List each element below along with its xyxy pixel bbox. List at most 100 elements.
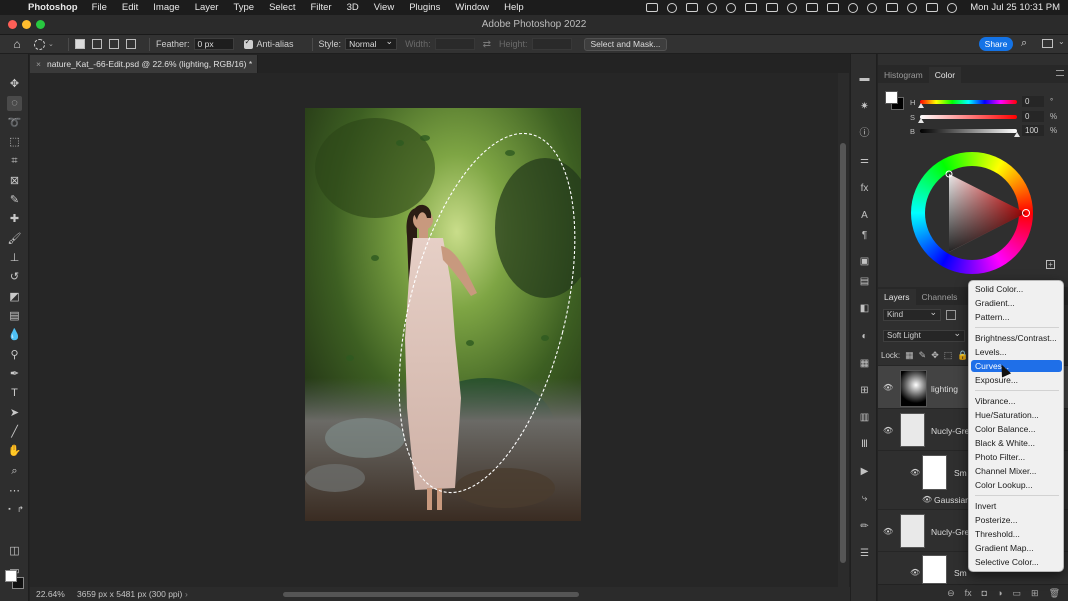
layer-name[interactable]: Sm [954, 568, 967, 578]
menu-edit[interactable]: Edit [122, 2, 138, 13]
healing-brush-tool-icon[interactable]: ✚ [7, 212, 22, 227]
menu-item-color-lookup[interactable]: Color Lookup... [971, 479, 1062, 491]
menu-item-brightness-contrast[interactable]: Brightness/Contrast... [971, 332, 1062, 344]
menu-item-invert[interactable]: Invert [971, 500, 1062, 512]
time-machine-icon[interactable] [867, 2, 878, 13]
tab-histogram[interactable]: Histogram [878, 67, 929, 83]
menu-file[interactable]: File [92, 2, 107, 13]
image-filter-icon[interactable] [946, 310, 956, 320]
navigator-icon[interactable]: ✷ [858, 100, 871, 113]
gradients-icon[interactable]: ▥ [858, 411, 871, 424]
saturation-slider[interactable]: S 0 % [910, 111, 1060, 123]
menu-type[interactable]: Type [233, 2, 254, 13]
saturation-knob[interactable] [918, 118, 924, 123]
actions-icon[interactable]: ▶ [858, 465, 871, 478]
layer-kind-filter[interactable]: Kind [883, 307, 941, 321]
select-and-mask-button[interactable]: Select and Mask... [583, 37, 668, 51]
color-wheel[interactable] [911, 152, 1033, 274]
hue-value[interactable]: 0 [1022, 96, 1044, 107]
menu-item-threshold[interactable]: Threshold... [971, 528, 1062, 540]
fx-icon[interactable]: fx [965, 588, 972, 598]
menu-item-vibrance[interactable]: Vibrance... [971, 395, 1062, 407]
menu-item-pattern[interactable]: Pattern... [971, 311, 1062, 323]
menu-item-selective-color[interactable]: Selective Color... [971, 556, 1062, 568]
notes-icon[interactable]: ▤ [858, 275, 871, 288]
lock-transparency-icon[interactable]: ▦ [905, 350, 914, 361]
history-brush-tool-icon[interactable]: ↺ [7, 270, 22, 285]
menu-item-levels[interactable]: Levels... [971, 346, 1062, 358]
menu-select[interactable]: Select [269, 2, 295, 13]
airplay-icon[interactable] [745, 3, 758, 12]
brightness-track[interactable] [920, 129, 1017, 133]
scrollbar-thumb[interactable] [840, 143, 846, 563]
swap-dimensions-icon[interactable]: ⇄ [483, 39, 491, 50]
screen-record-icon[interactable] [646, 3, 659, 12]
brushes-icon[interactable]: ✏ [858, 520, 871, 533]
comments-icon[interactable]: ▬ [858, 72, 871, 85]
brush-tool-icon[interactable]: 🖌 [7, 232, 22, 247]
visibility-eye-icon[interactable]: 👁 [922, 495, 932, 504]
swap-colors-icon[interactable]: ↱ [13, 502, 28, 517]
layer-name[interactable]: Nucly-Gre [931, 426, 969, 436]
lock-position-icon[interactable]: ✥ [931, 350, 939, 361]
add-to-selection-icon[interactable] [92, 39, 102, 49]
share-button[interactable]: Share [979, 37, 1013, 51]
chevron-down-icon[interactable]: ⌄ [1058, 37, 1065, 46]
brightness-knob[interactable] [1014, 132, 1020, 137]
menu-item-photo-filter[interactable]: Photo Filter... [971, 451, 1062, 463]
eraser-tool-icon[interactable]: ◩ [7, 290, 22, 305]
visibility-eye-icon[interactable]: 👁 [883, 527, 893, 536]
saturation-track[interactable] [920, 115, 1017, 119]
brightness-slider[interactable]: B 100 % [910, 125, 1060, 137]
wifi-icon[interactable] [848, 2, 859, 13]
menu-item-gradient-map[interactable]: Gradient Map... [971, 542, 1062, 554]
menu-image[interactable]: Image [153, 2, 179, 13]
feather-input[interactable]: 0 px [193, 38, 234, 50]
zoom-level[interactable]: 22.64% [36, 587, 65, 601]
visibility-eye-icon[interactable]: 👁 [910, 468, 920, 477]
home-icon[interactable]: ⌂ [0, 37, 34, 51]
panel-menu-icon[interactable] [1056, 70, 1064, 76]
app-menu[interactable]: Photoshop [28, 2, 78, 13]
paragraph-icon[interactable]: ¶ [858, 229, 871, 242]
hue-track[interactable] [920, 100, 1017, 104]
add-mask-icon[interactable]: ◘ [982, 588, 987, 598]
swatches-icon[interactable]: ▦ [858, 357, 871, 370]
bookmark-icon[interactable] [766, 3, 779, 12]
workspace-icon[interactable] [1042, 39, 1053, 48]
vertical-scrollbar[interactable] [838, 73, 849, 587]
layer-name[interactable]: Sm [954, 468, 967, 478]
menu-item-curves[interactable]: Curves... [971, 360, 1062, 372]
styles-icon[interactable]: fx [858, 182, 871, 195]
libraries-icon[interactable]: ◧ [858, 302, 871, 315]
lock-artboard-icon[interactable]: ⬚ [944, 350, 953, 361]
menu-item-black-white[interactable]: Black & White... [971, 437, 1062, 449]
blur-tool-icon[interactable]: 💧 [7, 328, 22, 343]
properties-icon[interactable]: ☰ [858, 547, 871, 560]
paths-icon[interactable]: ⤷ [858, 492, 871, 505]
creative-cloud-icon[interactable] [667, 2, 678, 13]
sync-icon[interactable] [726, 2, 737, 13]
add-swatch-icon[interactable]: + [1046, 260, 1055, 269]
hue-slider[interactable]: H 0 ° [910, 96, 1060, 108]
new-group-icon[interactable]: ▭ [1013, 588, 1022, 599]
dodge-tool-icon[interactable]: ⚲ [7, 348, 22, 363]
zoom-tool-icon[interactable]: ⌕ [7, 464, 22, 479]
menu-3d[interactable]: 3D [347, 2, 359, 13]
color-panel-swatches[interactable] [885, 91, 905, 111]
intersect-selection-icon[interactable] [126, 39, 136, 49]
eyedropper-tool-icon[interactable]: ✎ [7, 193, 22, 208]
menu-item-solid-color[interactable]: Solid Color... [971, 283, 1062, 295]
globe-icon[interactable] [707, 2, 718, 13]
pen-tool-icon[interactable]: ✒ [7, 367, 22, 382]
tab-channels[interactable]: Channels [916, 289, 964, 305]
subtract-selection-icon[interactable] [109, 39, 119, 49]
document-image[interactable] [305, 108, 581, 521]
height-input[interactable] [531, 38, 572, 50]
menu-item-channel-mixer[interactable]: Channel Mixer... [971, 465, 1062, 477]
lasso-tool-icon[interactable]: ➰ [7, 116, 22, 131]
menu-help[interactable]: Help [504, 2, 524, 13]
type-tool-icon[interactable]: T [7, 386, 22, 401]
visibility-eye-icon[interactable]: 👁 [910, 568, 920, 577]
info-icon[interactable]: ⓘ [858, 127, 871, 140]
